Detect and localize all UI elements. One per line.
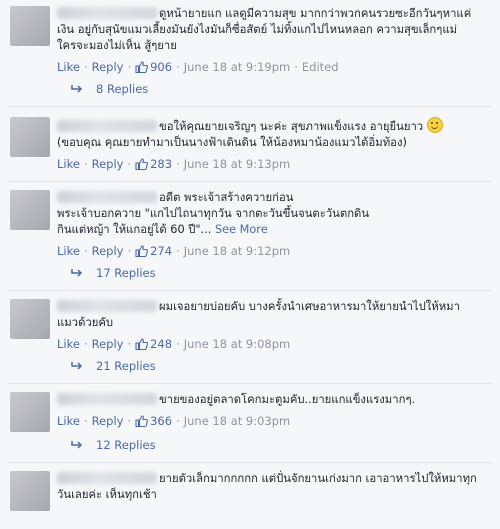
timestamp[interactable]: June 18 at 9:08pm <box>184 337 291 351</box>
avatar[interactable] <box>10 471 50 511</box>
commenter-name[interactable] <box>57 300 157 312</box>
view-replies-link[interactable]: 12 Replies <box>0 432 500 462</box>
reply-button[interactable]: Reply <box>92 157 124 171</box>
comment-text: ยายตัวเล็กมากกกกก แต่ปั่นจักยานเก่งมาก เ… <box>57 472 477 501</box>
comment-actions: Like · Reply · 366 · June 18 at 9:03pm <box>57 414 291 428</box>
thumbs-up-icon <box>135 158 149 170</box>
avatar[interactable] <box>10 117 50 157</box>
reply-arrow-icon <box>71 269 83 277</box>
commenter-name[interactable] <box>57 120 157 132</box>
like-count[interactable]: 366 <box>135 414 172 428</box>
see-more-link[interactable]: See More <box>215 223 268 236</box>
like-count[interactable]: 906 <box>135 60 172 74</box>
view-replies-link[interactable]: 21 Replies <box>0 353 500 383</box>
like-count[interactable]: 274 <box>135 244 172 258</box>
commenter-name[interactable] <box>57 393 157 405</box>
comment-actions: Like · Reply · 283 · June 18 at 9:13pm <box>57 157 291 171</box>
avatar[interactable] <box>10 190 50 230</box>
thumbs-up-icon <box>135 338 149 350</box>
view-replies-link[interactable]: 8 Replies <box>0 76 500 106</box>
avatar[interactable] <box>10 299 50 339</box>
like-button[interactable]: Like <box>57 414 80 428</box>
comment-text: ขอให้คุณยายเจริญๆ นะค่ะ สุขภาพแข็งแรง อา… <box>57 117 492 151</box>
timestamp[interactable]: June 18 at 9:12pm <box>184 244 291 258</box>
reply-arrow-icon <box>71 85 83 93</box>
like-count[interactable]: 283 <box>135 157 172 171</box>
like-button[interactable]: Like <box>57 244 80 258</box>
comment-text: ผมเจอยายบ่อยคับ บางครั้งนำเศษอาหารมาให้ย… <box>57 300 460 329</box>
comment: ยายตัวเล็กมากกกกก แต่ปั่นจักยานเก่งมาก เ… <box>0 463 500 511</box>
thumbs-up-icon <box>135 415 149 427</box>
like-button[interactable]: Like <box>57 157 80 171</box>
comment-actions: Like · Reply · 248 · June 18 at 9:08pm <box>57 337 291 351</box>
timestamp[interactable]: June 18 at 9:03pm <box>184 414 291 428</box>
comment: ผมเจอยายบ่อยคับ บางครั้งนำเศษอาหารมาให้ย… <box>0 291 500 353</box>
commenter-name[interactable] <box>57 7 157 19</box>
reply-arrow-icon <box>71 441 83 449</box>
timestamp[interactable]: June 18 at 9:19pm <box>184 60 291 74</box>
comment-actions: Like · Reply · 274 · June 18 at 9:12pm <box>57 244 291 258</box>
comment: อดีต พระเจ้าสร้างควายก่อน พระเจ้าบอกควาย… <box>0 182 500 260</box>
comment: ขอให้คุณยายเจริญๆ นะค่ะ สุขภาพแข็งแรง อา… <box>0 107 500 173</box>
comment: ดูหน้ายายแก แลดูมีความสุข มากกว่าพวกคนรว… <box>0 0 500 76</box>
reply-button[interactable]: Reply <box>92 60 124 74</box>
comment-text: ขายของอยู่ตลาดโคกมะตูมคับ..ยายแกแข็งแรงม… <box>57 392 492 408</box>
comment-actions: Like · Reply · 906 · June 18 at 9:19pm · Edited <box>57 60 339 74</box>
like-button[interactable]: Like <box>57 60 80 74</box>
commenter-name[interactable] <box>57 191 157 203</box>
avatar[interactable] <box>10 392 50 432</box>
comment-feed: ดูหน้ายายแก แลดูมีความสุข มากกว่าพวกคนรว… <box>0 0 500 511</box>
comment-text: อดีต พระเจ้าสร้างควายก่อน พระเจ้าบอกควาย… <box>57 191 370 236</box>
like-button[interactable]: Like <box>57 337 80 351</box>
reply-button[interactable]: Reply <box>92 244 124 258</box>
commenter-name[interactable] <box>57 472 157 484</box>
view-replies-link[interactable]: 17 Replies <box>0 260 500 290</box>
comment: ขายของอยู่ตลาดโคกมะตูมคับ..ยายแกแข็งแรงม… <box>0 384 500 432</box>
timestamp[interactable]: June 18 at 9:13pm <box>184 157 291 171</box>
reply-arrow-icon <box>71 362 83 370</box>
reply-button[interactable]: Reply <box>92 337 124 351</box>
thumbs-up-icon <box>135 245 149 257</box>
reply-button[interactable]: Reply <box>92 414 124 428</box>
like-count[interactable]: 248 <box>135 337 172 351</box>
avatar[interactable] <box>10 6 50 46</box>
edited-label[interactable]: Edited <box>302 60 339 74</box>
smiley-emoji-icon <box>426 117 443 133</box>
comment-text: ดูหน้ายายแก แลดูมีความสุข มากกว่าพวกคนรว… <box>57 7 472 52</box>
thumbs-up-icon <box>135 61 149 73</box>
